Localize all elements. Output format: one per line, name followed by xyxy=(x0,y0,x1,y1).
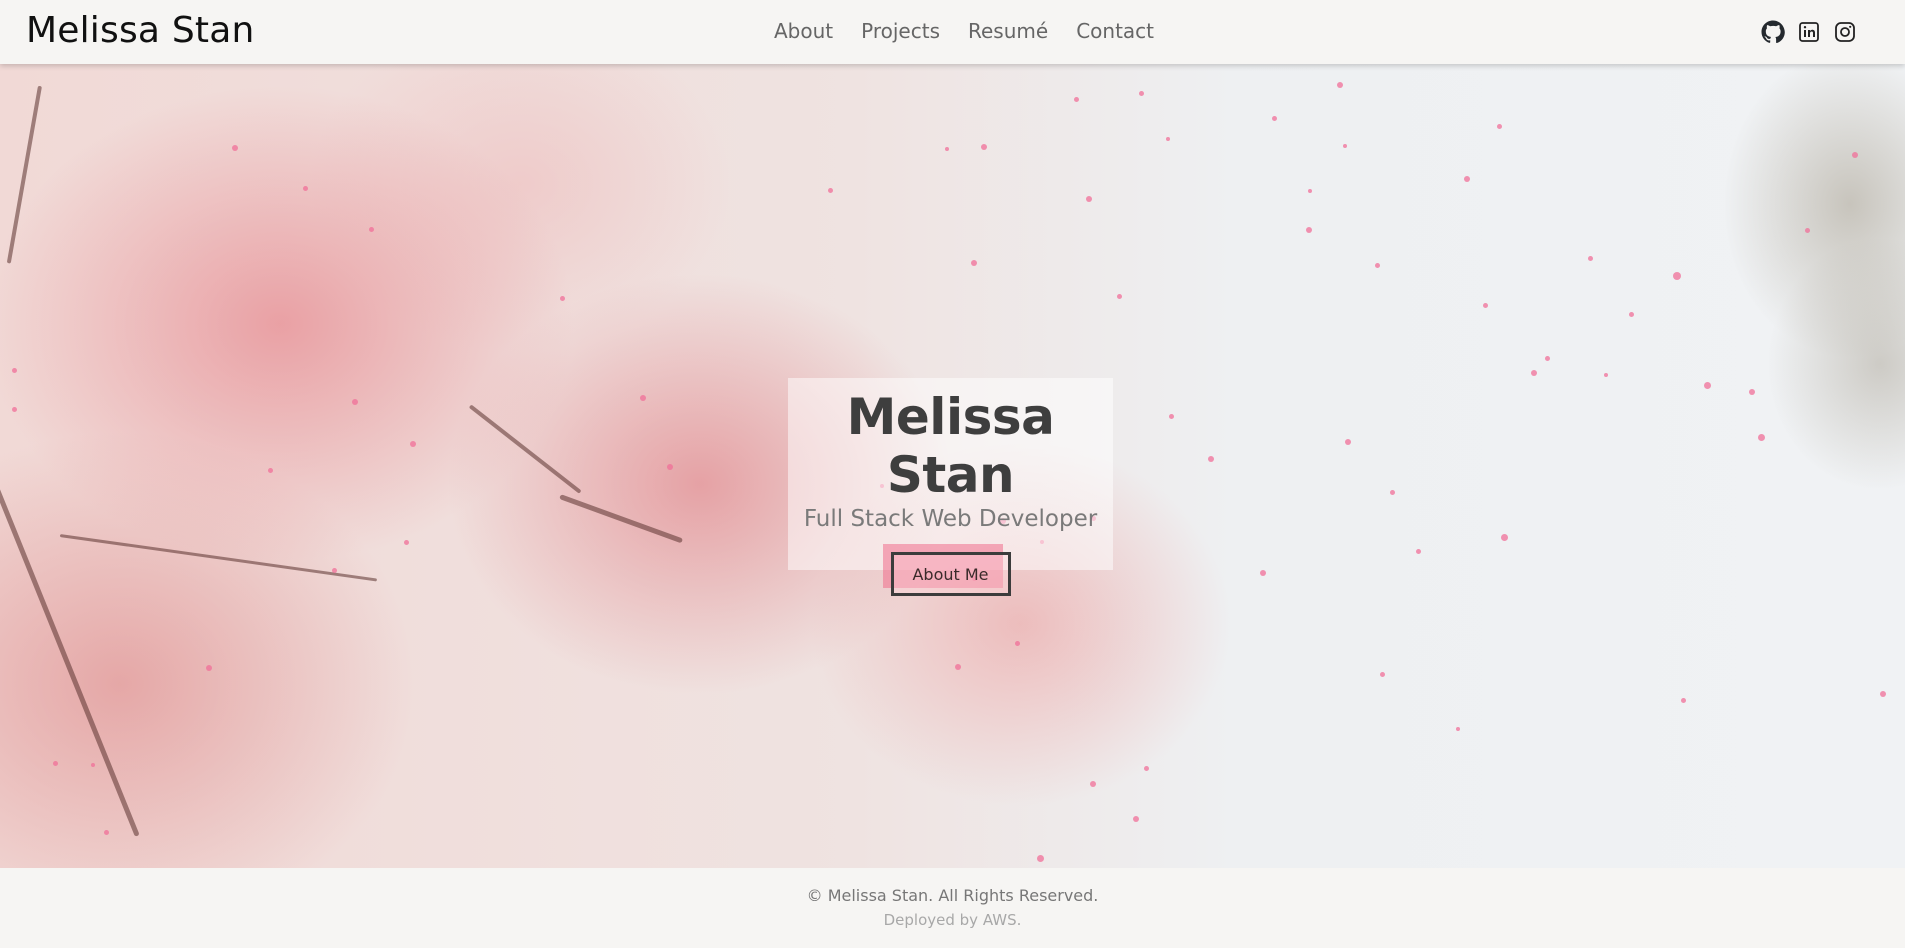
petal xyxy=(1880,691,1886,697)
petal xyxy=(1749,389,1755,395)
petal xyxy=(404,540,409,545)
hero-subtitle: Full Stack Web Developer xyxy=(803,506,1098,532)
petal xyxy=(1074,97,1079,102)
petal xyxy=(1604,373,1608,377)
petal xyxy=(1673,272,1681,280)
petal xyxy=(1758,434,1765,441)
social-links xyxy=(1761,20,1857,44)
petal xyxy=(1416,549,1421,554)
petal xyxy=(303,186,308,191)
petal xyxy=(53,761,58,766)
petal xyxy=(1272,116,1277,121)
hero-section: Melissa Stan Full Stack Web Developer Ab… xyxy=(0,64,1905,868)
petal xyxy=(1390,490,1395,495)
petal xyxy=(332,568,337,573)
about-me-button[interactable]: About Me xyxy=(890,552,1011,596)
brand-link[interactable]: Melissa Stan xyxy=(26,10,254,51)
petal xyxy=(1483,303,1488,308)
petal xyxy=(1805,228,1810,233)
petal xyxy=(12,407,17,412)
nav-link-projects[interactable]: Projects xyxy=(861,19,940,43)
nav-link-about[interactable]: About xyxy=(774,19,833,43)
petal xyxy=(1117,294,1122,299)
petal xyxy=(1133,816,1139,822)
main-nav: About Projects Resumé Contact xyxy=(774,19,1154,43)
petal xyxy=(1208,456,1214,462)
petal xyxy=(1306,227,1312,233)
footer-deployed: Deployed by AWS. xyxy=(883,911,1022,929)
petal xyxy=(1531,370,1537,376)
petal xyxy=(369,227,374,232)
petal xyxy=(1015,641,1020,646)
petal xyxy=(91,763,95,767)
petal xyxy=(1681,698,1686,703)
petal xyxy=(640,395,646,401)
petal xyxy=(410,441,416,447)
petal xyxy=(1086,196,1092,202)
about-me-button-wrap: About Me xyxy=(882,544,1011,596)
petal xyxy=(268,468,273,473)
petal xyxy=(1166,137,1170,141)
petal xyxy=(1260,570,1266,576)
hero-title: Melissa Stan xyxy=(846,388,1055,504)
petal xyxy=(1456,727,1460,731)
github-icon[interactable] xyxy=(1761,20,1785,44)
petal xyxy=(12,368,17,373)
instagram-icon[interactable] xyxy=(1833,20,1857,44)
petal xyxy=(1144,766,1149,771)
petal xyxy=(828,188,833,193)
nav-link-resume[interactable]: Resumé xyxy=(968,19,1048,43)
nav-link-contact[interactable]: Contact xyxy=(1076,19,1154,43)
petal xyxy=(1588,256,1593,261)
petal xyxy=(560,296,565,301)
petal xyxy=(667,464,673,470)
petal xyxy=(1501,534,1508,541)
petal xyxy=(1380,672,1385,677)
petal xyxy=(1337,82,1343,88)
navbar: Melissa Stan About Projects Resumé Conta… xyxy=(0,0,1905,64)
petal xyxy=(1169,414,1174,419)
hero-card: Melissa Stan Full Stack Web Developer Ab… xyxy=(788,378,1113,596)
petal xyxy=(206,665,212,671)
petal xyxy=(1375,263,1380,268)
petal xyxy=(1345,439,1351,445)
petal xyxy=(1139,91,1144,96)
petal xyxy=(971,260,977,266)
petal xyxy=(945,147,949,151)
petal xyxy=(1090,781,1096,787)
petal xyxy=(1464,176,1470,182)
petal xyxy=(955,664,961,670)
petal xyxy=(1343,144,1347,148)
petal xyxy=(1704,382,1711,389)
petal xyxy=(1545,356,1550,361)
footer-copyright: © Melissa Stan. All Rights Reserved. xyxy=(806,886,1099,905)
footer: © Melissa Stan. All Rights Reserved. Dep… xyxy=(0,868,1905,948)
petal xyxy=(104,830,109,835)
linkedin-icon[interactable] xyxy=(1797,20,1821,44)
petal xyxy=(1037,855,1044,862)
petal xyxy=(1497,124,1502,129)
petal xyxy=(232,145,238,151)
petal xyxy=(352,399,358,405)
petal xyxy=(1308,189,1312,193)
petal xyxy=(1852,152,1858,158)
petal xyxy=(981,144,987,150)
petal xyxy=(1629,312,1634,317)
